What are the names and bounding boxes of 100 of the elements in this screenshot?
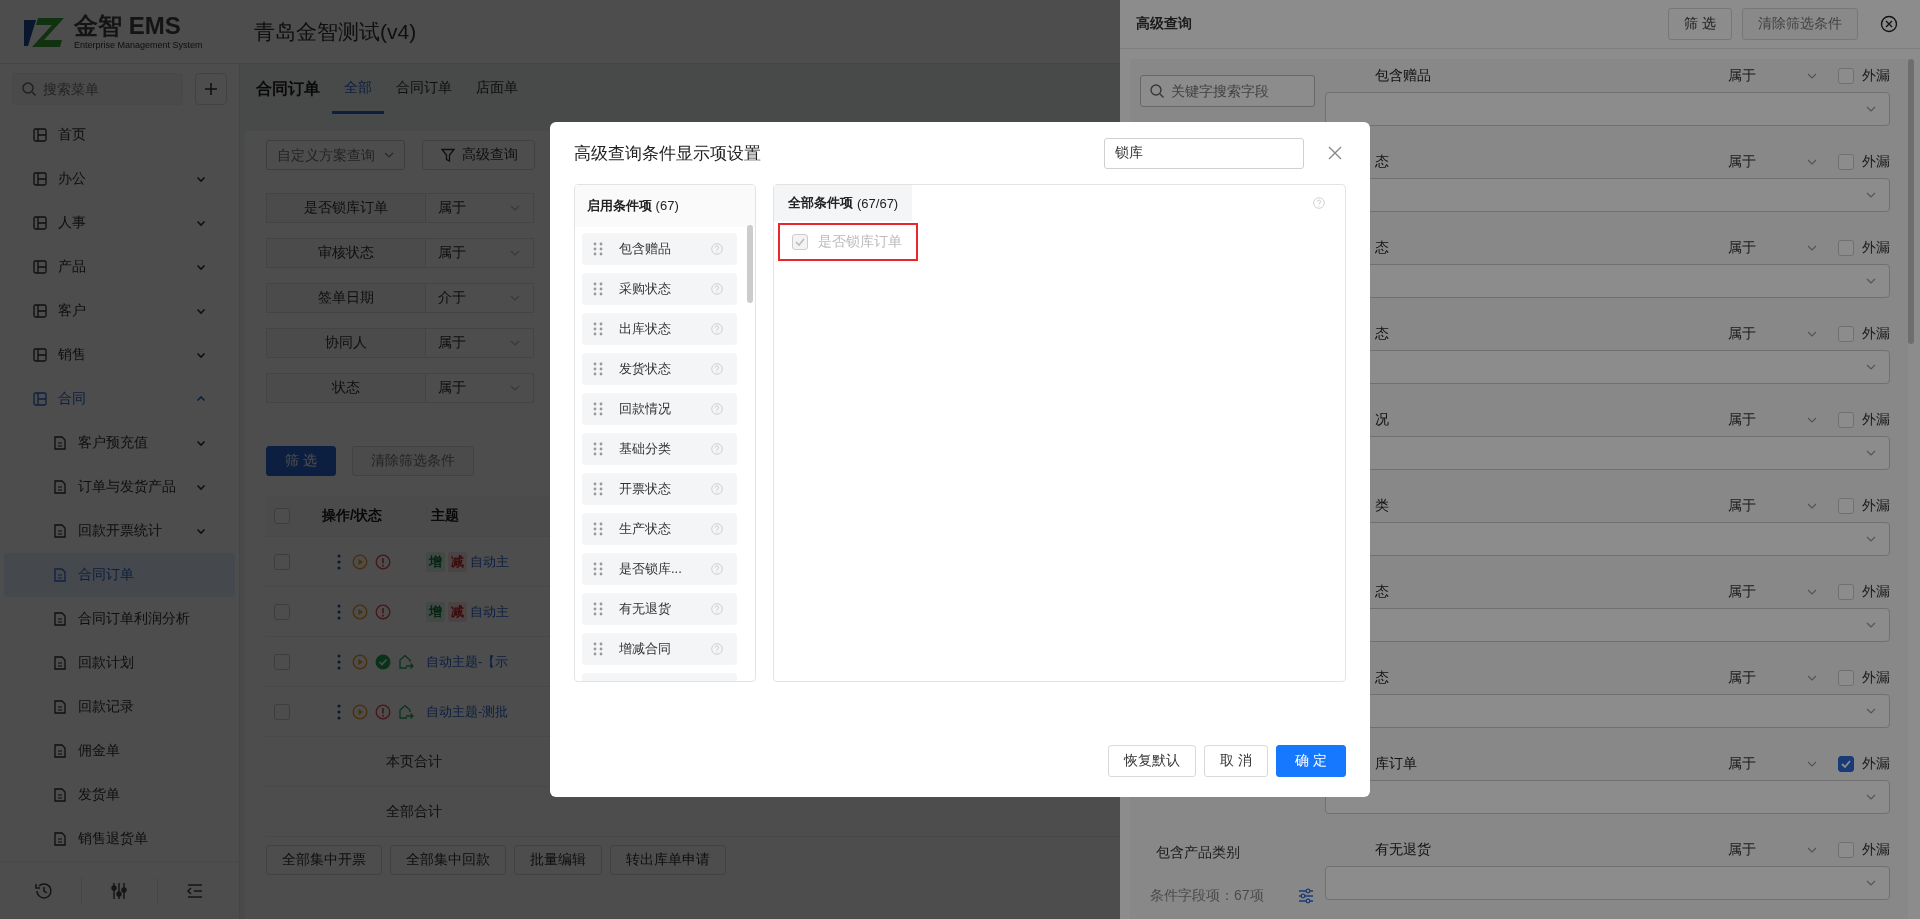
operator-select[interactable]: 属于 — [1728, 152, 1818, 171]
condition-item[interactable]: 开票状态 — [582, 473, 737, 505]
leak-label: 外漏 — [1862, 668, 1890, 687]
condition-item[interactable]: 是否锁库... — [582, 553, 737, 585]
warning-icon[interactable] — [375, 703, 391, 720]
operator-select[interactable]: 属于 — [1728, 410, 1818, 429]
field-search-field[interactable]: 关键字搜索字段 — [1140, 75, 1315, 107]
more-icon[interactable] — [337, 603, 341, 620]
export-icon[interactable] — [398, 653, 414, 670]
condition-item[interactable]: 回款情况 — [582, 393, 737, 425]
scrollbar[interactable] — [1908, 59, 1914, 344]
condition-item[interactable]: 增减合同 — [582, 633, 737, 665]
operator-select[interactable]: 属于 — [1728, 324, 1818, 343]
drag-handle-icon[interactable] — [593, 442, 603, 456]
condition-item[interactable]: 包含赠品 — [582, 233, 737, 265]
drag-handle-icon[interactable] — [593, 562, 603, 576]
help-icon[interactable] — [711, 603, 723, 615]
help-icon[interactable] — [711, 643, 723, 655]
menu-item[interactable]: 产品 — [4, 245, 235, 290]
play-icon[interactable] — [352, 603, 368, 620]
operator-select[interactable]: 属于 — [1728, 582, 1818, 601]
drag-handle-icon[interactable] — [593, 322, 603, 336]
menu-item[interactable]: 销售 — [4, 333, 235, 378]
drag-handle-icon[interactable] — [593, 602, 603, 616]
menu-item[interactable]: 首页 — [4, 113, 235, 158]
help-icon[interactable] — [711, 243, 723, 255]
warning-icon[interactable] — [375, 603, 391, 620]
more-icon[interactable] — [337, 553, 341, 570]
submenu-item[interactable]: 发货单 — [4, 773, 235, 818]
operator-select[interactable]: 属于 — [1728, 496, 1818, 515]
history-icon[interactable] — [33, 880, 54, 901]
submenu-item[interactable]: 佣金单 — [4, 729, 235, 774]
drag-handle-icon[interactable] — [593, 362, 603, 376]
help-icon[interactable] — [711, 443, 723, 455]
drag-handle-icon[interactable] — [593, 242, 603, 256]
operator-select[interactable]: 属于 — [1728, 840, 1818, 859]
filter-button[interactable]: 筛 选 — [1668, 8, 1732, 40]
submenu-item[interactable]: 销售退货单 — [4, 817, 235, 862]
leak-checkbox[interactable] — [1838, 755, 1854, 772]
help-icon[interactable] — [711, 403, 723, 415]
cancel-button[interactable]: 取 消 — [1204, 745, 1269, 777]
confirm-button[interactable]: 确 定 — [1276, 745, 1346, 777]
menu-item[interactable]: 合同 — [4, 377, 235, 422]
condition-item[interactable]: 采购状态 — [582, 273, 737, 305]
help-icon[interactable] — [711, 283, 723, 295]
subject-link[interactable]: 自动主题-测批 — [426, 702, 509, 721]
warning-icon[interactable] — [375, 553, 391, 570]
action-button[interactable]: 全部集中开票 — [266, 845, 382, 875]
drag-handle-icon[interactable] — [593, 642, 603, 656]
sliders-icon[interactable] — [109, 880, 130, 901]
tab[interactable]: 全部 — [332, 64, 384, 114]
condition-search-field[interactable]: 锁库 — [1104, 137, 1304, 169]
condition-item[interactable]: 有无退货 — [582, 593, 737, 625]
submenu-item[interactable]: 订单与发货产品 — [4, 465, 235, 510]
module-icon — [32, 303, 48, 320]
document-icon — [52, 435, 68, 452]
play-icon[interactable] — [352, 553, 368, 570]
operator-select[interactable]: 属于 — [1728, 66, 1818, 85]
reset-button[interactable]: 恢复默认 — [1108, 745, 1197, 777]
close-icon[interactable] — [1880, 15, 1898, 33]
action-button[interactable]: 批量编辑 — [514, 845, 602, 875]
operator-select[interactable]: 属于 — [1728, 238, 1818, 257]
subject-link[interactable]: 自动主 — [470, 552, 509, 571]
menu-item[interactable]: 办公 — [4, 157, 235, 202]
help-icon[interactable] — [711, 363, 723, 375]
subject-link[interactable]: 自动主题-【示 — [426, 652, 509, 671]
check-circle-icon[interactable] — [375, 653, 391, 670]
condition-item[interactable]: 生产状态 — [582, 513, 737, 545]
action-button[interactable]: 转出库单申请 — [610, 845, 726, 875]
submenu-item[interactable]: 客户预充值 — [4, 421, 235, 466]
scrollbar[interactable] — [747, 225, 753, 303]
close-icon[interactable] — [1326, 144, 1344, 162]
drag-handle-icon[interactable] — [593, 402, 603, 416]
help-icon[interactable] — [711, 563, 723, 575]
sliders-icon[interactable] — [1297, 887, 1315, 905]
menu-item[interactable]: 客户 — [4, 289, 235, 334]
module-icon — [32, 391, 48, 408]
more-icon[interactable] — [337, 653, 341, 670]
drag-handle-icon[interactable] — [593, 522, 603, 536]
subject-link[interactable]: 自动主 — [470, 602, 509, 621]
add-button[interactable] — [195, 72, 227, 105]
drag-handle-icon[interactable] — [593, 482, 603, 496]
menu-item[interactable]: 人事 — [4, 201, 235, 246]
condition-item[interactable]: 基础分类 — [582, 433, 737, 465]
export-icon[interactable] — [398, 703, 414, 720]
operator-select[interactable]: 属于 — [1728, 668, 1818, 687]
help-icon[interactable] — [711, 523, 723, 535]
operator-select[interactable]: 属于 — [1728, 754, 1818, 773]
help-icon[interactable] — [1313, 197, 1325, 209]
drag-handle-icon[interactable] — [593, 282, 603, 296]
condition-item[interactable]: 出库状态 — [582, 313, 737, 345]
value-select[interactable] — [1325, 780, 1890, 814]
help-icon[interactable] — [711, 483, 723, 495]
field-list-item[interactable]: 包含产品类别 — [1156, 844, 1315, 862]
condition-item[interactable]: 发货状态 — [582, 353, 737, 385]
play-icon[interactable] — [352, 703, 368, 720]
advanced-query-button[interactable]: 高级查询 — [422, 140, 535, 170]
play-icon[interactable] — [352, 653, 368, 670]
help-icon[interactable] — [711, 323, 723, 335]
more-icon[interactable] — [337, 703, 341, 720]
